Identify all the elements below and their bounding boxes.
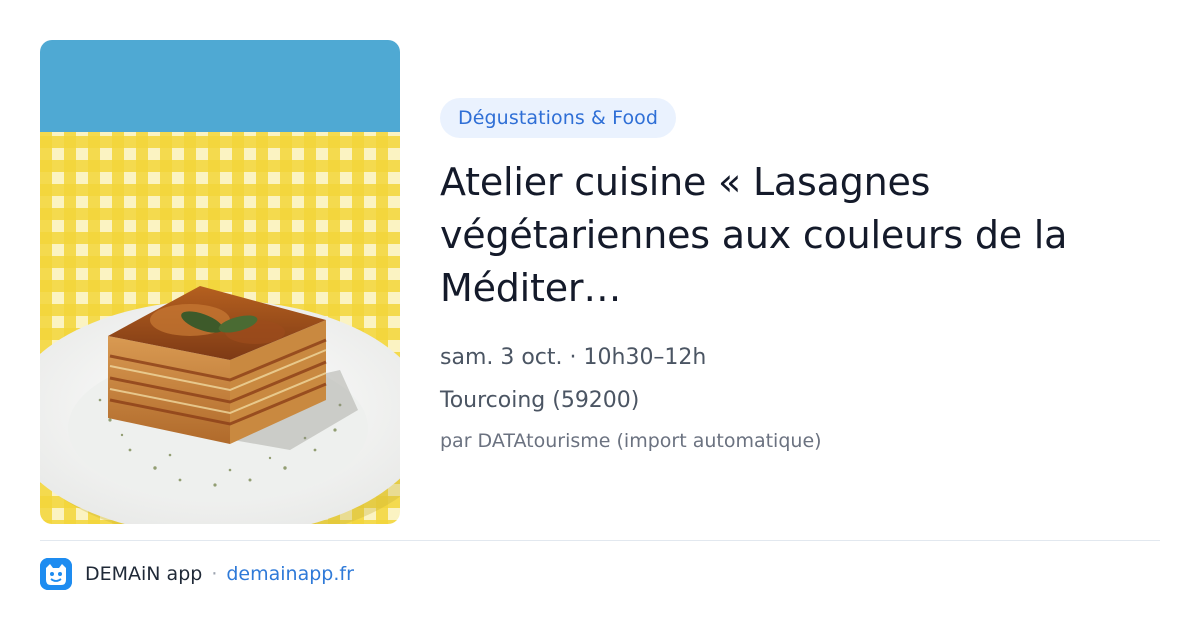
- demain-app-logo-icon[interactable]: [40, 558, 72, 590]
- event-share-card: Dégustations & Food Atelier cuisine « La…: [0, 0, 1200, 630]
- footer-separator: ·: [211, 563, 218, 585]
- event-source: par DATAtourisme (import automatique): [440, 430, 822, 452]
- footer: DEMAiN app · demainapp.fr: [40, 558, 354, 590]
- event-details: Dégustations & Food Atelier cuisine « La…: [440, 98, 1160, 454]
- event-location: Tourcoing (59200): [440, 388, 640, 413]
- event-datetime: sam. 3 oct. · 10h30–12h: [440, 345, 707, 370]
- event-title[interactable]: Atelier cuisine « Lasagnes végétariennes…: [440, 156, 1160, 315]
- event-image[interactable]: [40, 40, 400, 524]
- footer-divider: [40, 540, 1160, 541]
- lasagna-photo: [40, 40, 400, 524]
- app-name: DEMAiN app: [85, 563, 203, 585]
- category-badge[interactable]: Dégustations & Food: [440, 98, 677, 138]
- app-domain-link[interactable]: demainapp.fr: [226, 563, 354, 585]
